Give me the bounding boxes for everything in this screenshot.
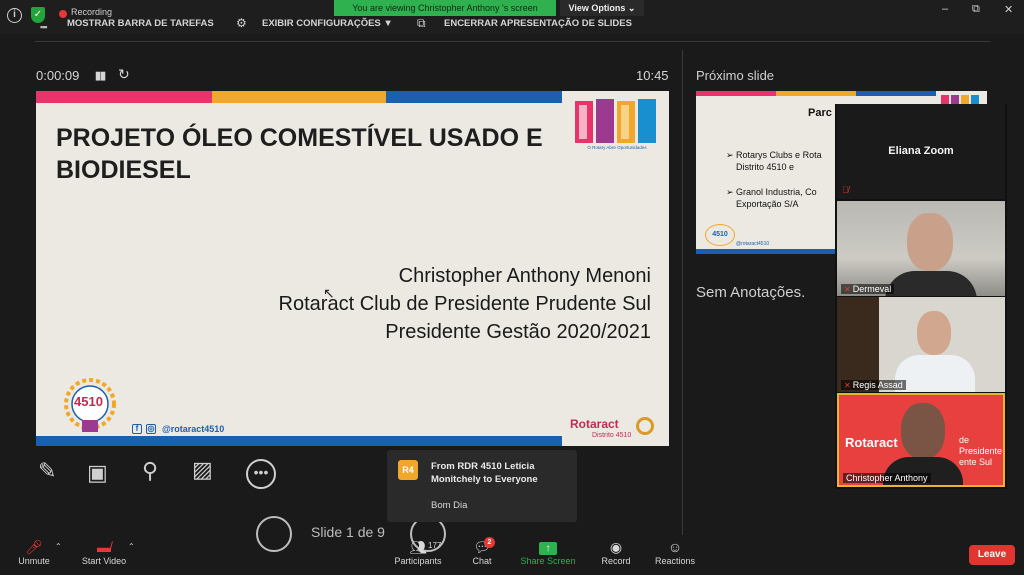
sender-avatar: R4 <box>398 460 418 480</box>
current-slide[interactable]: O Rotary Abre Oportunidades PROJETO ÓLEO… <box>36 91 669 446</box>
social-handle: @rotaract4510 <box>162 424 225 434</box>
chat-sender: From RDR 4510 Letícia Monitchely to Ever… <box>431 461 538 485</box>
doors-logo-caption: O Rotary Abre Oportunidades <box>587 145 647 150</box>
minimize-button[interactable]: – <box>942 3 948 15</box>
next-slide-stripe <box>696 91 776 96</box>
participant-face <box>907 213 953 271</box>
next-slide-bullet: Exportação S/A <box>736 199 799 209</box>
security-shield-icon[interactable]: ✓ <box>31 7 45 23</box>
more-options-icon[interactable]: ••• <box>246 459 276 489</box>
next-slide-label: Próximo slide <box>696 68 775 83</box>
rotary-doors-logo <box>575 99 656 143</box>
unmute-button[interactable]: 🎤︎ Unmute <box>14 538 54 574</box>
participant-face <box>901 403 945 459</box>
black-screen-icon[interactable]: ▨ <box>192 457 213 483</box>
mouse-cursor-icon: ↖ <box>323 285 335 301</box>
start-video-button[interactable]: ▬̸ Start Video <box>78 538 130 574</box>
video-tile-eliana[interactable]: Eliana Zoom 🎙̸ <box>837 104 1005 199</box>
next-slide-bullet: ➢ Granol Industria, Co <box>726 187 817 197</box>
meeting-topbar: i ✓ Recording ▪▪▪ MOSTRAR BARRA DE TAREF… <box>0 0 1024 34</box>
share-screen-icon: ↑ <box>539 542 557 555</box>
viewing-screen-banner: You are viewing Christopher Anthony 's s… <box>334 0 556 16</box>
current-time: 10:45 <box>636 68 669 83</box>
rotary-wheel-icon <box>636 417 654 435</box>
next-slide-stripe <box>776 91 856 96</box>
recording-dot-icon <box>59 10 67 18</box>
virtual-background-brand: Rotaract <box>845 435 898 450</box>
pen-icon[interactable]: ✎ <box>38 458 56 484</box>
muted-mic-icon: 🎙̸ <box>842 185 849 195</box>
participants-count: 177 <box>428 541 442 550</box>
participant-body <box>895 355 975 392</box>
chat-notification[interactable]: R4 From RDR 4510 Letícia Monitchely to E… <box>387 450 577 522</box>
info-icon[interactable]: i <box>7 8 22 23</box>
next-slide-handle: @rotaract4510 <box>736 241 770 247</box>
share-screen-button[interactable]: ↑ Share Screen <box>518 538 578 574</box>
end-slideshow-button[interactable]: ENCERRAR APRESENTAÇÃO DE SLIDES <box>444 18 632 29</box>
divider <box>35 41 990 42</box>
facebook-icon: f <box>132 424 142 434</box>
slide-title: PROJETO ÓLEO COMESTÍVEL USADO E BIODIESE… <box>56 124 543 184</box>
magnifier-icon[interactable]: ⚲ <box>142 458 158 484</box>
previous-slide-button[interactable] <box>256 516 292 552</box>
virtual-background-text: de Presidente ente Sul <box>959 435 1003 467</box>
see-all-slides-icon[interactable]: ▣ <box>87 460 108 486</box>
pause-timer-icon[interactable]: ▮▮ <box>95 69 106 82</box>
slide-counter: Slide 1 de 9 <box>311 524 385 540</box>
participant-body <box>885 271 977 296</box>
display-settings-button[interactable]: EXIBIR CONFIGURAÇÕES ▼ <box>262 18 393 29</box>
speaker-notes: Sem Anotações. <box>696 284 806 301</box>
slide-stripe-blue <box>386 91 562 103</box>
pane-divider[interactable] <box>682 50 683 535</box>
participant-name: Eliana Zoom <box>888 145 954 157</box>
reset-timer-icon[interactable]: ↻ <box>118 66 130 83</box>
show-taskbar-button[interactable]: MOSTRAR BARRA DE TAREFAS <box>67 18 214 29</box>
view-options-button[interactable]: View Options ⌄ <box>560 0 644 16</box>
rotaract-brand: Rotaract <box>570 417 619 431</box>
muted-mic-icon: ✕ <box>844 285 851 294</box>
next-slide-title: Parc <box>808 107 832 119</box>
record-button[interactable]: ◉ Record <box>596 538 636 574</box>
leave-button[interactable]: Leave <box>969 545 1015 565</box>
restore-button[interactable]: ⧉ <box>972 3 980 16</box>
muted-mic-icon: ✕ <box>844 381 851 390</box>
participant-face <box>917 311 951 355</box>
slide-role: Presidente Gestão 2020/2021 <box>385 321 651 343</box>
reactions-smiley-icon: ☺ <box>667 539 683 555</box>
recording-label: Recording <box>71 7 113 17</box>
reactions-button[interactable]: ☺ Reactions <box>652 538 698 574</box>
taskbar-grid-icon: ▪▪▪ <box>40 22 48 32</box>
audio-options-caret-icon[interactable]: ⌃ <box>55 542 62 551</box>
settings-gear-icon: ⚙ <box>236 16 247 30</box>
participant-name: ✕ Dermeval <box>841 284 895 294</box>
participant-name: Christopher Anthony <box>843 473 931 483</box>
muted-mic-icon: 🎤︎ <box>25 539 43 555</box>
record-icon: ◉ <box>609 539 623 555</box>
close-window-button[interactable]: ✕ <box>1004 3 1013 16</box>
participant-name: ✕ Regis Assad <box>841 380 906 390</box>
video-tile-christopher[interactable]: Rotaract de Presidente ente Sul Christoph… <box>837 393 1005 487</box>
video-off-icon: ▬̸ <box>97 539 111 555</box>
video-tile-regis[interactable]: ✕ Regis Assad <box>837 297 1005 392</box>
participant-video-strip: Eliana Zoom 🎙̸ ✕ Dermeval ✕ Regis Assad Ro… <box>835 104 1007 489</box>
end-slideshow-icon: ⧉ <box>417 16 426 30</box>
district-logo-number: 4510 <box>74 394 103 409</box>
chat-message: Bom Dia <box>431 500 468 511</box>
video-tile-dermeval[interactable]: ✕ Dermeval <box>837 201 1005 296</box>
video-options-caret-icon[interactable]: ⌃ <box>128 542 135 551</box>
chat-unread-badge: 2 <box>484 537 495 548</box>
next-slide-district-logo: 4510 <box>705 224 735 246</box>
instagram-icon: ◎ <box>146 424 156 434</box>
elapsed-timer: 0:00:09 <box>36 68 80 83</box>
next-slide-bullet: ➢ Rotarys Clubs e Rota <box>726 150 822 160</box>
next-slide-bullet: Distrito 4510 e <box>736 162 795 172</box>
slide-bottom-stripe <box>36 436 562 446</box>
slide-stripe-orange <box>212 91 386 103</box>
next-slide-stripe <box>856 91 936 96</box>
rotaract-district: Distrito 4510 <box>592 432 632 439</box>
slide-presenter-name: Christopher Anthony Menoni <box>398 265 651 287</box>
slide-stripe-pink <box>36 91 212 103</box>
